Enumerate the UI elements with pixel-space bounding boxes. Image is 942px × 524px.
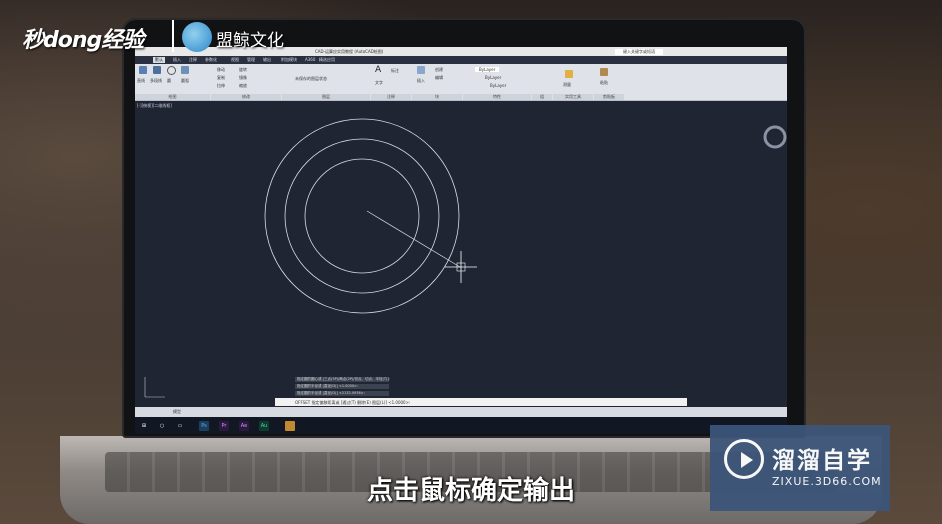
outer-circle[interactable] (264, 118, 460, 314)
logo-separator (172, 20, 174, 52)
arc-icon[interactable] (181, 66, 189, 74)
arc-label: 圆弧 (181, 78, 189, 83)
command-history-2: 指定圆的半径或 [直径(D)] <1.0000>: (295, 384, 389, 389)
measure-icon[interactable] (565, 70, 573, 78)
start-icon[interactable]: ⊞ (139, 421, 149, 431)
panel-modify[interactable]: 修改 (211, 94, 281, 100)
mengjing-logo-icon (182, 22, 212, 52)
panel-block[interactable]: 块 (412, 94, 462, 100)
line-icon[interactable] (139, 66, 147, 74)
rotate-button[interactable]: 旋转 (239, 67, 247, 73)
paste-label: 粘贴 (600, 80, 608, 85)
tab-model[interactable]: 模型 (173, 409, 181, 415)
panel-clipboard[interactable]: 剪贴板 (594, 94, 624, 100)
watermark: 溜溜自学 ZIXUE.3D66.COM (710, 425, 890, 511)
edit-button[interactable]: 编辑 (435, 75, 443, 81)
premiere-icon[interactable]: Pr (219, 421, 229, 431)
tab-addins[interactable]: 附加模块 (281, 57, 297, 63)
lineweight-select[interactable]: ByLayer (490, 83, 506, 88)
tab-a360[interactable]: A360 (305, 57, 315, 62)
play-circle-icon (724, 439, 764, 479)
search-icon[interactable]: ○ (157, 421, 167, 431)
move-button[interactable]: 移动 (217, 67, 225, 73)
tab-annotate[interactable]: 注释 (189, 57, 197, 63)
windows-taskbar: ⊞ ○ ▭ Ps Pr Ae Au (135, 417, 787, 434)
tab-view[interactable]: 视图 (231, 57, 239, 63)
panel-layers[interactable]: 图层 (282, 94, 370, 100)
panel-draw[interactable]: 绘图 (135, 94, 210, 100)
stretch-button[interactable]: 拉伸 (217, 83, 225, 89)
create-button[interactable]: 创建 (435, 67, 443, 73)
circle-label: 圆 (167, 78, 171, 83)
panel-annotation[interactable]: 注释 (371, 94, 411, 100)
text-label: 文字 (375, 80, 383, 85)
color-select[interactable]: ByLayer (475, 67, 500, 72)
command-history-1: 指定圆的圆心或 [三点(3P)/两点(2P)/切点、切点、半径(T)]: (295, 377, 390, 382)
play-triangle-icon (741, 452, 753, 468)
tab-output[interactable]: 输出 (263, 57, 271, 63)
panel-properties[interactable]: 特性 (463, 94, 531, 100)
tab-manage[interactable]: 管理 (247, 57, 255, 63)
tab-featured[interactable]: 精选应用 (319, 57, 335, 63)
scale-button[interactable]: 缩放 (239, 83, 247, 89)
paste-icon[interactable] (600, 68, 608, 76)
brand-logo-left: 秒dong经验 (22, 28, 144, 53)
watermark-title: 溜溜自学 (772, 448, 872, 474)
mirror-button[interactable]: 镜像 (239, 75, 247, 81)
task-view-icon[interactable]: ▭ (175, 421, 185, 431)
insert-icon[interactable] (417, 66, 425, 74)
rubberband-line (366, 210, 461, 268)
command-line[interactable]: OFFSET 指定偏移距离或 [通过(T) 删除(E) 图层(L)] <1.00… (275, 398, 687, 406)
polyline-icon[interactable] (153, 66, 161, 74)
drawing-canvas[interactable] (135, 102, 787, 402)
text-icon[interactable]: A (375, 66, 383, 75)
search-input[interactable]: 键入关键字或短语 (615, 49, 663, 55)
tab-insert[interactable]: 插入 (173, 57, 181, 63)
command-text: OFFSET 指定偏移距离或 [通过(T) 删除(E) 图层(L)] <1.00… (295, 400, 411, 405)
inner-circle[interactable] (304, 158, 420, 274)
watermark-url: ZIXUE.3D66.COM (772, 475, 882, 488)
tab-parametric[interactable]: 参数化 (205, 57, 217, 63)
insert-label: 插入 (417, 78, 425, 83)
layout-tabs: 模型 (135, 407, 787, 417)
line-label: 直线 (137, 78, 145, 83)
brand-logo-right: 盟鲸文化 (216, 31, 284, 51)
ribbon-tabs: 默认 插入 注释 参数化 视图 管理 输出 附加模块 A360 精选应用 (135, 56, 787, 64)
audition-icon[interactable]: Au (259, 421, 269, 431)
polyline-label: 多段线 (150, 78, 162, 83)
copy-button[interactable]: 复制 (217, 75, 225, 81)
tab-default[interactable]: 默认 (153, 57, 165, 63)
linetype-select[interactable]: ByLayer (485, 75, 501, 80)
after-effects-icon[interactable]: Ae (239, 421, 249, 431)
layer-state[interactable]: 未保存的图层状态 (295, 76, 327, 82)
autocad-icon[interactable] (285, 421, 295, 431)
panel-utilities[interactable]: 实用工具 (553, 94, 593, 100)
command-history-3: 指定圆的半径或 [直径(D)] <2132.0936>: (295, 391, 389, 396)
autocad-window: CAD-运算应实用教程 (AutoCAD绘图) 键入关键字或短语 默认 插入 注… (135, 47, 787, 417)
circle-icon[interactable] (167, 66, 176, 75)
photoshop-icon[interactable]: Ps (199, 421, 209, 431)
measure-label: 测量 (563, 82, 571, 87)
panel-group[interactable]: 组 (532, 94, 552, 100)
navigation-wheel[interactable] (763, 125, 787, 149)
middle-circle[interactable] (284, 138, 440, 294)
dim-label[interactable]: 标注 (391, 68, 399, 74)
window-title: CAD-运算应实用教程 (AutoCAD绘图) (315, 49, 384, 54)
